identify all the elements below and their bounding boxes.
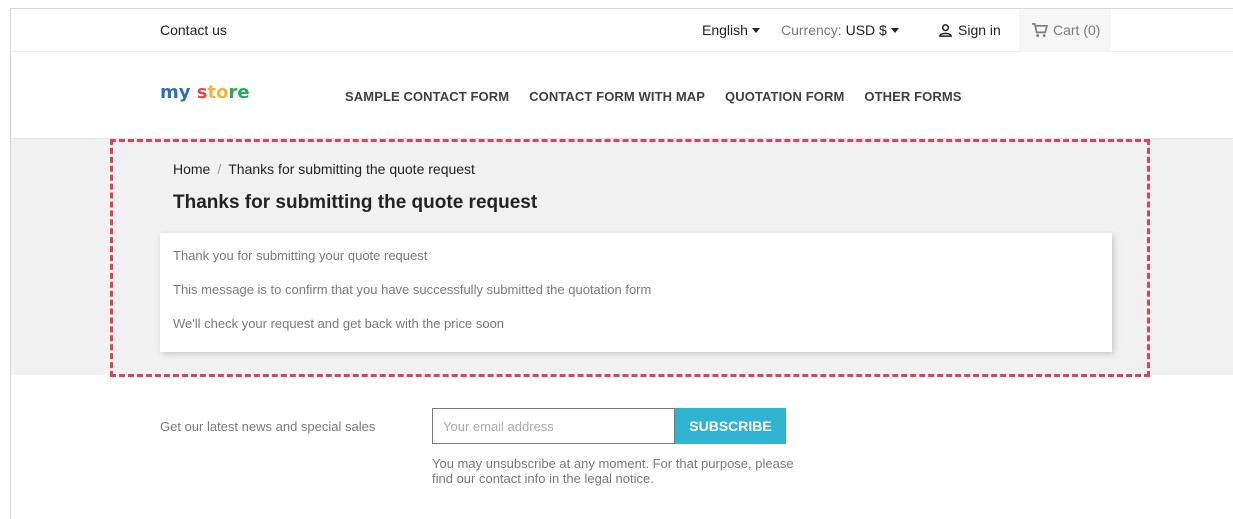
breadcrumb-home[interactable]: Home [173, 161, 210, 177]
unsubscribe-note: You may unsubscribe at any moment. For t… [432, 456, 794, 486]
menu-item-other-forms[interactable]: OTHER FORMS [864, 89, 961, 104]
breadcrumb-separator: / [217, 161, 222, 177]
header: my store SAMPLE CONTACT FORM CONTACT FOR… [11, 52, 1233, 139]
subscribe-button[interactable]: SUBSCRIBE [675, 408, 786, 444]
page-title: Thanks for submitting the quote request [173, 192, 538, 213]
menu-item-contact-form-with-map[interactable]: CONTACT FORM WITH MAP [529, 89, 705, 104]
user-icon [939, 24, 952, 37]
sign-in-label: Sign in [958, 22, 1001, 38]
message-line: We'll check your request and get back wi… [173, 316, 505, 331]
store-logo[interactable]: my store [160, 82, 250, 103]
top-nav: Contact us English Currency: USD $ Sign … [11, 9, 1233, 52]
currency-label: Currency: [781, 22, 842, 38]
page-frame: Contact us English Currency: USD $ Sign … [10, 8, 1233, 519]
contact-us-link[interactable]: Contact us [160, 22, 227, 38]
main-menu: SAMPLE CONTACT FORM CONTACT FORM WITH MA… [345, 89, 982, 104]
cart-count: (0) [1083, 22, 1101, 38]
message-line: Thank you for submitting your quote requ… [173, 248, 428, 263]
language-value: English [702, 22, 748, 38]
currency-selector[interactable]: Currency: USD $ [781, 22, 899, 38]
email-field[interactable] [432, 408, 675, 444]
cart-button[interactable]: Cart (0) [1019, 9, 1111, 52]
breadcrumb-current: Thanks for submitting the quote request [228, 161, 475, 177]
confirmation-card: Thank you for submitting your quote requ… [160, 233, 1112, 352]
cart-label: Cart [1053, 22, 1080, 38]
currency-value: USD $ [845, 22, 887, 38]
cart-icon [1032, 23, 1049, 38]
newsletter-label: Get our latest news and special sales [160, 419, 376, 434]
menu-item-sample-contact-form[interactable]: SAMPLE CONTACT FORM [345, 89, 509, 104]
sign-in-link[interactable]: Sign in [938, 22, 1001, 38]
breadcrumb: Home / Thanks for submitting the quote req… [173, 161, 475, 177]
language-selector[interactable]: English [702, 22, 760, 38]
message-line: This message is to confirm that you have… [173, 282, 652, 297]
menu-item-quotation-form[interactable]: QUOTATION FORM [725, 89, 844, 104]
caret-down-icon [890, 27, 899, 33]
caret-down-icon [751, 27, 760, 33]
